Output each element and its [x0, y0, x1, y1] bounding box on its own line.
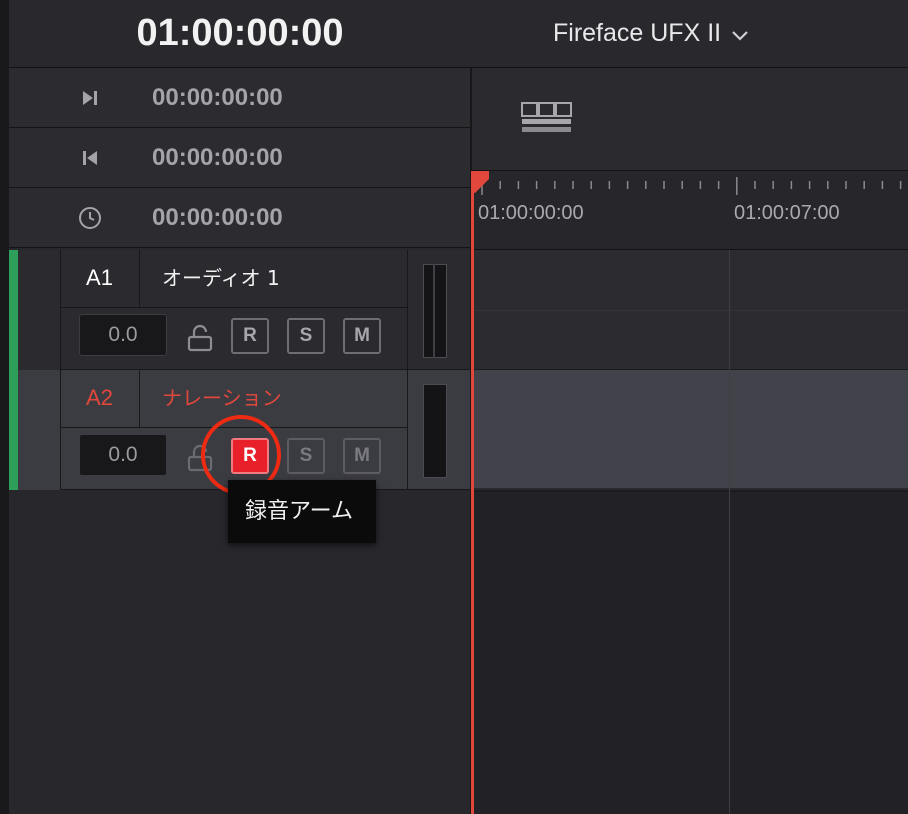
- playhead-line[interactable]: [471, 171, 474, 814]
- chevron-down-icon: [731, 15, 749, 53]
- track-name[interactable]: オーディオ 1: [140, 250, 408, 308]
- track-name[interactable]: ナレーション: [140, 370, 408, 428]
- audio-level-meter: [423, 384, 447, 478]
- record-arm-tooltip: 録音アーム: [228, 480, 376, 543]
- track-id: A2: [60, 370, 140, 428]
- track-color-bar: [9, 370, 18, 490]
- track-id: A1: [60, 250, 140, 308]
- timeline-view-options-icon[interactable]: [521, 102, 573, 134]
- ruler-ticks: [481, 177, 902, 195]
- mark-in-icon: [70, 128, 110, 188]
- mute-button[interactable]: M: [343, 318, 381, 354]
- solo-button[interactable]: S: [287, 438, 325, 474]
- master-timecode[interactable]: 01:00:00:00: [90, 10, 390, 56]
- track-gutter: [18, 250, 60, 370]
- mute-button[interactable]: M: [343, 438, 381, 474]
- audio-level-meter: [423, 264, 447, 358]
- timeline-gridline: [729, 250, 730, 814]
- ruler-label: 01:00:00:00: [478, 202, 584, 224]
- track-color-bar: [9, 250, 18, 370]
- record-arm-button[interactable]: R: [231, 318, 269, 354]
- duration-timecode[interactable]: 00:00:00:00: [152, 188, 352, 248]
- track-volume-field[interactable]: 0.0: [79, 434, 167, 476]
- playhead-handle[interactable]: [471, 171, 489, 193]
- lane-divider: [472, 310, 908, 311]
- audio-device-selector[interactable]: Fireface UFX II: [553, 14, 773, 52]
- solo-button[interactable]: S: [287, 318, 325, 354]
- left-edge-strip: [0, 0, 9, 814]
- ruler-label: 01:00:07:00: [734, 202, 840, 224]
- timeline-empty-area[interactable]: [472, 492, 908, 814]
- track-gutter: [18, 370, 60, 490]
- track-volume-field[interactable]: 0.0: [79, 314, 167, 356]
- lock-icon[interactable]: [187, 324, 213, 352]
- clock-icon: [70, 188, 110, 248]
- timeline-lane-a2[interactable]: [472, 370, 908, 490]
- track-a1: A1 オーディオ 1 0.0 R S M: [9, 250, 471, 370]
- mark-out-timecode[interactable]: 00:00:00:00: [152, 68, 352, 128]
- audio-device-label: Fireface UFX II: [553, 19, 722, 47]
- mark-out-icon: [70, 68, 110, 128]
- mark-in-timecode[interactable]: 00:00:00:00: [152, 128, 352, 188]
- meter-channel-divider: [433, 264, 435, 358]
